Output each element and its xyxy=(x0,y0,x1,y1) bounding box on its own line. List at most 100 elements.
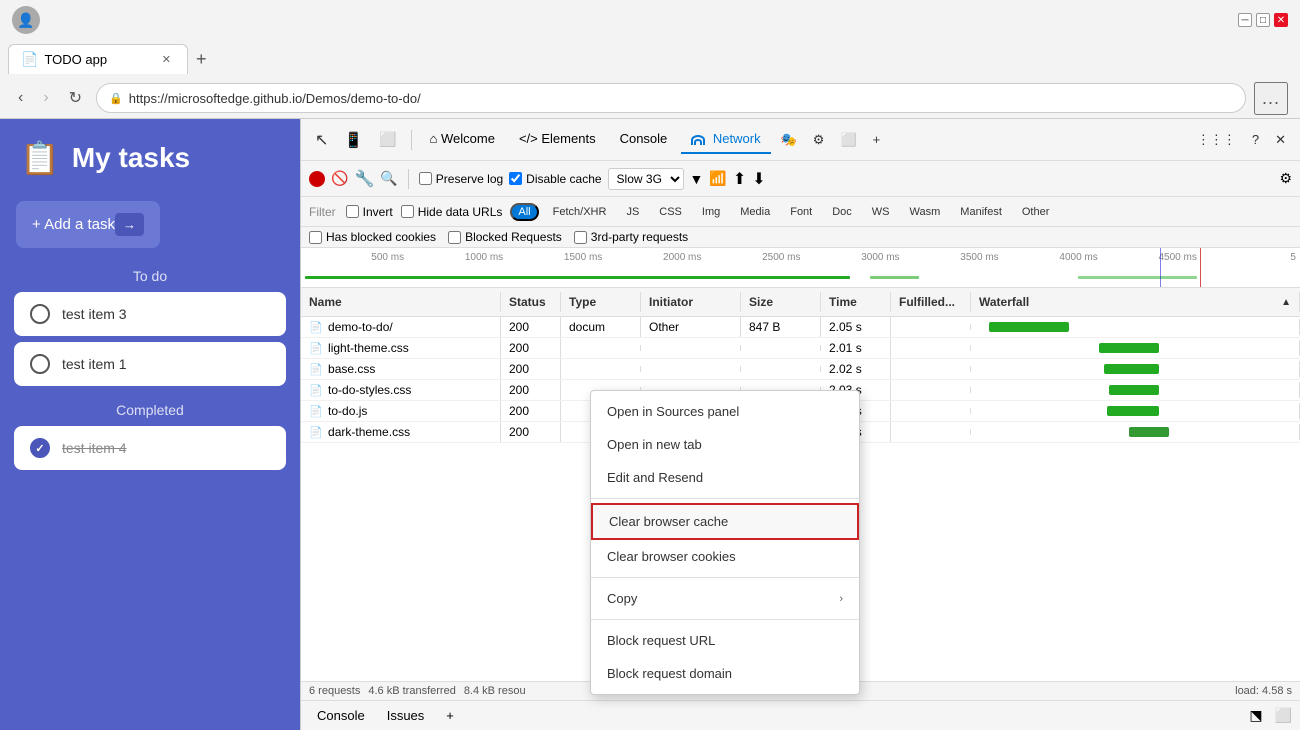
row-waterfall xyxy=(971,319,1300,335)
hide-data-urls-checkbox[interactable]: Hide data URLs xyxy=(401,205,503,219)
context-menu: Open in Sources panel Open in new tab Ed… xyxy=(590,390,860,695)
minimize-button[interactable]: ─ xyxy=(1238,13,1252,27)
context-menu-edit-resend[interactable]: Edit and Resend xyxy=(591,461,859,494)
download-icon[interactable]: ⬇ xyxy=(752,169,765,189)
todo-icon: 📋 xyxy=(20,139,60,177)
filter-type-js[interactable]: JS xyxy=(620,205,645,219)
filter-type-font[interactable]: Font xyxy=(784,205,818,219)
tab-console[interactable]: Console xyxy=(610,125,678,154)
filter-type-media[interactable]: Media xyxy=(734,205,776,219)
filter-type-wasm[interactable]: Wasm xyxy=(904,205,947,219)
list-item[interactable]: ✓ test item 4 xyxy=(14,426,286,470)
has-blocked-cookies-checkbox[interactable]: Has blocked cookies xyxy=(309,230,436,244)
row-initiator xyxy=(641,366,741,372)
devtools-inspector-btn[interactable]: ⬜ xyxy=(373,127,402,152)
third-party-checkbox[interactable]: 3rd-party requests xyxy=(574,230,688,244)
tl-red-line xyxy=(1200,248,1201,287)
browser-tab[interactable]: 📄 TODO app ✕ xyxy=(8,44,188,74)
checkbox-bar: Has blocked cookies Blocked Requests 3rd… xyxy=(301,227,1300,248)
table-row[interactable]: 📄 demo-to-do/ 200 docum Other 847 B 2.05… xyxy=(301,317,1300,338)
row-fulfilled xyxy=(891,345,971,351)
list-item[interactable]: test item 3 xyxy=(14,292,286,336)
context-menu-open-tab[interactable]: Open in new tab xyxy=(591,428,859,461)
context-menu-block-url[interactable]: Block request URL xyxy=(591,624,859,657)
throttle-arrow[interactable]: ▼ xyxy=(690,171,704,187)
blocked-requests-checkbox[interactable]: Blocked Requests xyxy=(448,230,562,244)
devtools-settings-btn[interactable]: ⚙ xyxy=(807,128,831,152)
add-task-button[interactable]: + Add a task → xyxy=(16,201,160,248)
back-button[interactable]: ‹ xyxy=(12,85,29,111)
invert-checkbox[interactable]: Invert xyxy=(346,205,393,219)
tab-close-button[interactable]: ✕ xyxy=(158,51,175,68)
devtools-cursor-btn[interactable]: ↖ xyxy=(309,126,334,154)
task-checkbox[interactable] xyxy=(30,304,50,324)
context-menu-open-sources[interactable]: Open in Sources panel xyxy=(591,395,859,428)
filter-type-img[interactable]: Img xyxy=(696,205,726,219)
network-settings-btn[interactable]: ⚙ xyxy=(1279,170,1292,187)
row-fulfilled xyxy=(891,429,971,435)
record-button[interactable] xyxy=(309,171,325,187)
maximize-button[interactable]: □ xyxy=(1256,13,1270,27)
search-button[interactable]: 🔍 xyxy=(380,170,397,187)
filter-type-fetchxhr[interactable]: Fetch/XHR xyxy=(547,205,613,219)
bottom-tab-console[interactable]: Console xyxy=(309,706,373,725)
context-menu-clear-cache[interactable]: Clear browser cache xyxy=(591,503,859,540)
bottom-tab-issues[interactable]: Issues xyxy=(379,706,433,725)
table-row[interactable]: 📄 light-theme.css 200 2.01 s xyxy=(301,338,1300,359)
task-checkbox[interactable] xyxy=(30,354,50,374)
context-menu-clear-cookies[interactable]: Clear browser cookies xyxy=(591,540,859,573)
table-header: Name Status Type Initiator Size Time Ful… xyxy=(301,288,1300,317)
bottom-dock-btn[interactable]: ⬔ xyxy=(1249,707,1262,724)
context-menu-block-domain[interactable]: Block request domain xyxy=(591,657,859,690)
devtools-help-btn[interactable]: ? xyxy=(1246,128,1265,151)
devtools-close-btn[interactable]: ✕ xyxy=(1269,128,1292,152)
filter-type-ws[interactable]: WS xyxy=(866,205,896,219)
row-fulfilled xyxy=(891,324,971,330)
upload-icon[interactable]: ⬆ xyxy=(733,169,746,189)
clear-button[interactable]: 🚫 xyxy=(331,170,348,187)
col-status: Status xyxy=(501,292,561,312)
filter-type-all[interactable]: All xyxy=(510,203,538,221)
devtools-overflow-btn[interactable]: ⋮⋮⋮ xyxy=(1191,128,1242,152)
tab-welcome[interactable]: ⌂ Welcome xyxy=(420,125,505,154)
row-status: 200 xyxy=(501,317,561,337)
filter-type-manifest[interactable]: Manifest xyxy=(954,205,1008,219)
new-tab-button[interactable]: + xyxy=(188,45,215,74)
context-menu-copy[interactable]: Copy › xyxy=(591,582,859,615)
throttle-select[interactable]: Slow 3G xyxy=(608,168,684,190)
tl-label: 1500 ms xyxy=(503,252,602,263)
tab-network[interactable]: Network xyxy=(681,125,770,154)
row-initiator xyxy=(641,345,741,351)
profile-avatar[interactable]: 👤 xyxy=(12,6,40,34)
refresh-button[interactable]: ↻ xyxy=(63,84,88,112)
devtools-layers-btn[interactable]: ⬜ xyxy=(834,128,862,152)
url-bar[interactable]: 🔒 https://microsoftedge.github.io/Demos/… xyxy=(96,83,1246,113)
devtools-add-btn[interactable]: + xyxy=(867,128,887,151)
tl-label: 3000 ms xyxy=(800,252,899,263)
url-text: https://microsoftedge.github.io/Demos/de… xyxy=(129,91,421,106)
completed-section-label: Completed xyxy=(0,402,300,418)
table-row[interactable]: 📄 base.css 200 2.02 s xyxy=(301,359,1300,380)
filter-toggle-btn[interactable]: 🔧 xyxy=(354,169,374,189)
window-controls: ─ □ ✕ xyxy=(1238,13,1288,27)
browser-more-button[interactable]: ... xyxy=(1254,82,1288,115)
devtools-perf-btn[interactable]: 🎭 xyxy=(775,128,803,152)
filter-type-other[interactable]: Other xyxy=(1016,205,1056,219)
tab-elements[interactable]: </> Elements xyxy=(509,125,606,154)
filter-options: Invert Hide data URLs All Fetch/XHR JS C… xyxy=(346,203,1292,221)
devtools-device-btn[interactable]: 📱 xyxy=(338,127,369,153)
close-button[interactable]: ✕ xyxy=(1274,13,1288,27)
bottom-expand-btn[interactable]: ⬜ xyxy=(1275,707,1292,724)
toolbar-separator xyxy=(408,169,409,189)
disable-cache-checkbox[interactable]: Disable cache xyxy=(509,172,601,186)
row-time: 2.02 s xyxy=(821,359,891,379)
preserve-log-checkbox[interactable]: Preserve log xyxy=(419,172,503,186)
forward-button[interactable]: › xyxy=(37,85,54,111)
wifi-icon[interactable]: 📶 xyxy=(709,170,726,187)
filter-type-doc[interactable]: Doc xyxy=(826,205,858,219)
tl-label: 2500 ms xyxy=(701,252,800,263)
list-item[interactable]: test item 1 xyxy=(14,342,286,386)
filter-type-css[interactable]: CSS xyxy=(653,205,688,219)
task-checkbox-done[interactable]: ✓ xyxy=(30,438,50,458)
bottom-tab-add[interactable]: + xyxy=(438,706,462,725)
